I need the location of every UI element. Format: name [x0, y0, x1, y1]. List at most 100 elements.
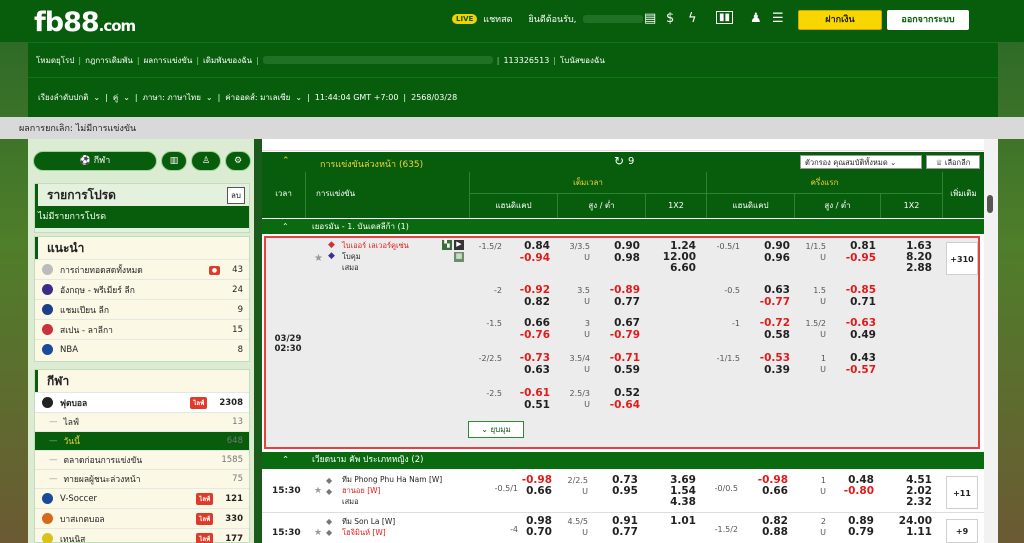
odds-value[interactable]: 0.71 — [840, 296, 876, 308]
odds-value[interactable]: 0.81 — [840, 240, 876, 252]
odds-value[interactable]: -0.63 — [840, 317, 876, 329]
sidebar-item[interactable]: อังกฤษ - พรีเมียร์ ลีก 24 — [35, 279, 249, 299]
collapse-icon[interactable]: ⌃ — [282, 156, 290, 166]
list-icon[interactable]: ☰ — [772, 11, 784, 26]
odds-value[interactable]: 0.67 — [604, 317, 640, 329]
odds-value[interactable]: 2.88 — [894, 262, 932, 274]
play-icon[interactable]: ▶ — [454, 240, 464, 250]
field-icon[interactable]: ▦ — [454, 252, 464, 262]
odds-value[interactable]: -0.85 — [840, 284, 876, 296]
odds-value[interactable]: 0.95 — [602, 485, 638, 497]
deposit-button[interactable]: ฝากเงิน — [798, 10, 882, 30]
my-bonus-link[interactable]: โบนัสของฉัน — [560, 54, 605, 67]
sidebar-item[interactable]: แชมเปียน ลีก 9 — [35, 299, 249, 319]
odds-value[interactable]: 0.77 — [602, 526, 638, 538]
nav-european-mode[interactable]: โหมดยุโรป — [36, 54, 74, 67]
odds-value[interactable]: -0.92 — [514, 284, 550, 296]
odds-value[interactable]: -0.76 — [514, 329, 550, 341]
nav-results[interactable]: ผลการแข่งขัน — [144, 54, 193, 67]
odds-value[interactable]: 0.90 — [604, 240, 640, 252]
game-icon[interactable]: ▮▮ — [716, 11, 734, 24]
collapse-button[interactable]: ⌄ ยุบมุม — [468, 421, 524, 438]
sport-item[interactable]: V-Soccer ไลฟ์ 121 — [35, 488, 249, 508]
odds-value[interactable]: -0.95 — [840, 252, 876, 264]
betslip-button[interactable]: ▥ — [161, 151, 187, 171]
star-icon[interactable]: ★ — [314, 486, 322, 496]
odds-value[interactable]: -0.77 — [754, 296, 790, 308]
statement-icon[interactable]: ▤ — [644, 11, 656, 26]
odds-value[interactable]: 1.11 — [892, 526, 932, 538]
odds-value[interactable]: 0.84 — [514, 240, 550, 252]
odds-value[interactable]: 0.90 — [754, 240, 790, 252]
nav-betting-rules[interactable]: กฎการเดิมพัน — [85, 54, 133, 67]
sport-item[interactable]: — วันนี้ 648 — [35, 431, 249, 450]
odds-value[interactable]: 0.59 — [604, 364, 640, 376]
odds-value[interactable]: -0.57 — [840, 364, 876, 376]
logout-button[interactable]: ออกจากระบบ — [887, 10, 969, 30]
more-bets-button[interactable]: +9 — [946, 519, 978, 543]
sport-item[interactable]: บาสเกตบอล ไลฟ์ 330 — [35, 508, 249, 528]
odds-value[interactable]: 0.52 — [604, 387, 640, 399]
favorites-delete[interactable]: ลบ — [227, 186, 245, 204]
star-icon[interactable]: ★ — [314, 253, 323, 264]
league-header-bundesliga[interactable]: ⌃ เยอรมัน - 1. บันเดสลีก้า (1) — [262, 219, 984, 234]
home-team[interactable]: ทีม Phong Phu Ha Nam [W] — [342, 474, 442, 485]
account-button[interactable]: ♙ — [191, 151, 221, 171]
league-header-vietnam[interactable]: ⌃ เวียดนาม คัพ ประเภทหญิง (2) — [262, 452, 984, 469]
odds-value[interactable]: 0.63 — [754, 284, 790, 296]
refresh-icon[interactable]: ↻ — [614, 154, 624, 168]
pair-select[interactable]: คู่ — [113, 91, 118, 104]
flash-icon[interactable]: ϟ — [688, 11, 697, 26]
odds-value[interactable]: 0.88 — [752, 526, 788, 538]
odds-value[interactable]: 0.39 — [754, 364, 790, 376]
odds-value[interactable]: 0.82 — [514, 296, 550, 308]
live-chat-link[interactable]: แชทสด — [483, 12, 512, 26]
odds-value[interactable]: -0.72 — [754, 317, 790, 329]
more-bets-button[interactable]: +310 — [946, 242, 978, 275]
odds-value[interactable]: 0.49 — [840, 329, 876, 341]
language-select[interactable]: ภาษา: ภาษาไทย — [143, 91, 201, 104]
odds-value[interactable]: 0.66 — [752, 485, 788, 497]
odds-value[interactable]: -0.64 — [604, 399, 640, 411]
transfer-icon[interactable]: $ — [666, 11, 674, 26]
nav-my-bets[interactable]: เดิมพันของฉัน — [203, 54, 252, 67]
odds-value[interactable]: 0.58 — [754, 329, 790, 341]
filter-select[interactable]: ตัวกรอง คุณสมบัติทั้งหมด ⌄ — [800, 155, 922, 169]
away-team[interactable]: โบคุม — [342, 251, 409, 262]
odds-value[interactable]: 0.79 — [838, 526, 874, 538]
star-icon[interactable]: ★ — [314, 528, 322, 538]
odds-value[interactable]: 0.77 — [604, 296, 640, 308]
settings-button[interactable]: ⚙ — [225, 151, 251, 171]
sidebar-item[interactable]: การถ่ายทอดสดทั้งหมด ● 43 — [35, 259, 249, 279]
sport-item[interactable]: ฟุตบอล ไลฟ์ 2308 — [35, 392, 249, 412]
odds-value[interactable]: 0.66 — [514, 317, 550, 329]
scrollbar[interactable] — [984, 139, 998, 543]
odds-value[interactable]: -0.73 — [514, 352, 550, 364]
odds-value[interactable]: 0.51 — [514, 399, 550, 411]
scrollbar-thumb[interactable] — [987, 195, 993, 213]
odds-value[interactable]: 1.01 — [658, 515, 696, 527]
odds-value[interactable]: -0.71 — [604, 352, 640, 364]
sidebar-item[interactable]: NBA 8 — [35, 339, 249, 359]
stats-icon[interactable]: ▚ — [442, 240, 452, 250]
more-bets-button[interactable]: +11 — [946, 476, 978, 509]
odds-value[interactable]: -0.79 — [604, 329, 640, 341]
select-league-button[interactable]: ♕ เลือกลีก — [926, 155, 980, 169]
away-team[interactable]: ฮานอย [W] — [342, 485, 442, 496]
odds-value[interactable]: 0.70 — [516, 526, 552, 538]
home-team[interactable]: ไบเออร์ เลเวอร์คูเซ่น — [342, 240, 409, 251]
odds-value[interactable]: 2.32 — [892, 496, 932, 508]
odds-value[interactable]: 0.66 — [516, 485, 552, 497]
odds-value[interactable]: -0.53 — [754, 352, 790, 364]
sport-item[interactable]: — ไลฟ์ 13 — [35, 412, 249, 431]
odds-value[interactable]: -0.61 — [514, 387, 550, 399]
live-chat-icon[interactable]: LIVE — [452, 14, 478, 24]
odds-value[interactable]: 0.98 — [604, 252, 640, 264]
away-team[interactable]: โฮจิมินห์ [W] — [342, 527, 395, 538]
odds-value[interactable]: -0.89 — [604, 284, 640, 296]
odds-value[interactable]: 4.38 — [658, 496, 696, 508]
odds-value[interactable]: -0.94 — [514, 252, 550, 264]
odds-value[interactable]: 0.63 — [514, 364, 550, 376]
home-team[interactable]: ทีม Son La [W] — [342, 516, 395, 527]
sort-select[interactable]: เรียงลำดับปกติ — [38, 91, 88, 104]
